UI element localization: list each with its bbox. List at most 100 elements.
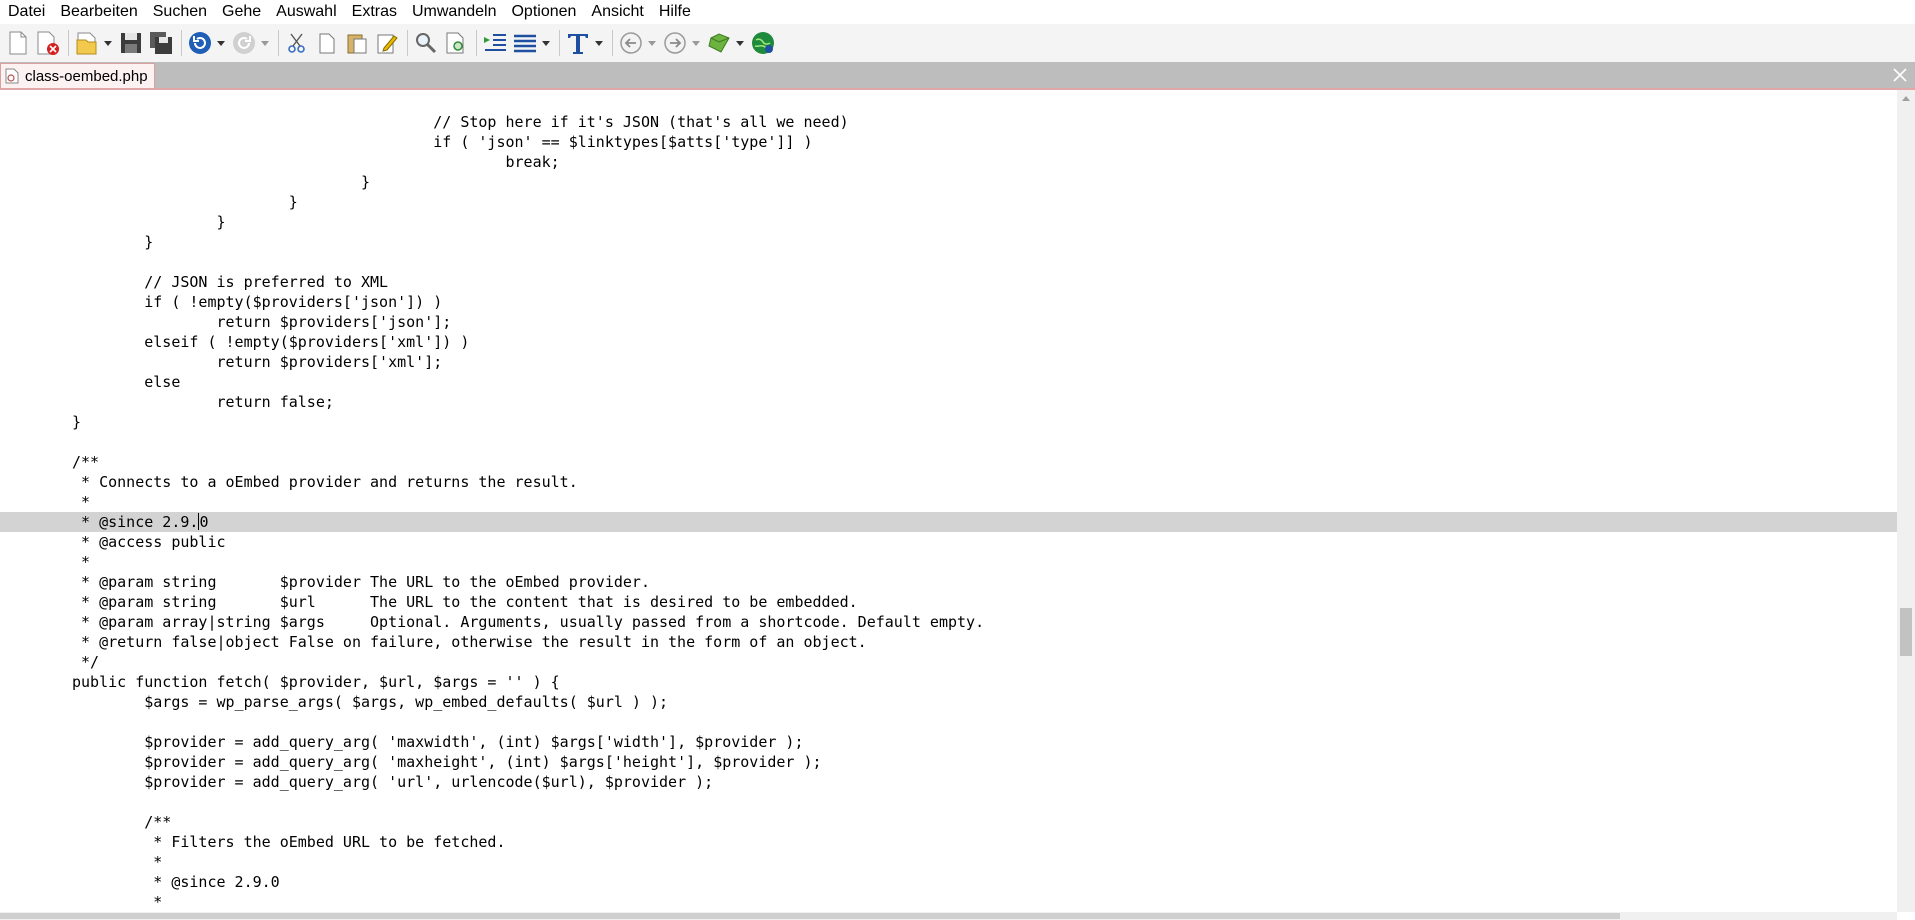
editor-window: Datei Bearbeiten Suchen Gehe Auswahl Ext… [0, 0, 1915, 920]
bookmark-button[interactable] [705, 28, 733, 58]
code-line[interactable] [0, 792, 1897, 812]
code-line[interactable]: } [0, 232, 1897, 252]
menu-extras[interactable]: Extras [344, 0, 404, 24]
browser-preview-icon [752, 32, 774, 54]
code-line[interactable]: $args = wp_parse_args( $args, wp_embed_d… [0, 692, 1897, 712]
code-line[interactable]: } [0, 412, 1897, 432]
code-line[interactable]: * Filters the oEmbed URL to be fetched. [0, 832, 1897, 852]
code-line[interactable]: else [0, 372, 1897, 392]
back-icon [620, 32, 642, 54]
code-line[interactable]: * @access public [0, 532, 1897, 552]
columns-button[interactable] [511, 28, 539, 58]
undo-button[interactable] [186, 28, 214, 58]
code-line[interactable] [0, 432, 1897, 452]
save-button[interactable] [117, 28, 145, 58]
copy-button[interactable] [313, 28, 341, 58]
toolbar-separator [68, 30, 69, 56]
toolbar-separator [181, 30, 182, 56]
cut-button[interactable] [283, 28, 311, 58]
code-line-text: * @since 2.9. [72, 513, 199, 531]
redo-button[interactable] [230, 28, 258, 58]
close-icon [1893, 68, 1907, 82]
code-line[interactable]: * Connects to a oEmbed provider and retu… [0, 472, 1897, 492]
code-line[interactable]: * [0, 552, 1897, 572]
code-line[interactable]: /** [0, 452, 1897, 472]
horizontal-scrollbar[interactable] [0, 912, 1897, 920]
find-button[interactable] [412, 28, 440, 58]
menu-umwandeln[interactable]: Umwandeln [404, 0, 503, 24]
close-file-button[interactable] [34, 28, 62, 58]
code-line[interactable]: /** [0, 812, 1897, 832]
columns-dropdown[interactable] [541, 28, 551, 58]
code-line[interactable]: * @return false|object False on failure,… [0, 632, 1897, 652]
tab-class-oembed[interactable]: class-oembed.php [0, 63, 155, 88]
menu-bearbeiten[interactable]: Bearbeiten [52, 0, 144, 24]
paste-icon [347, 34, 367, 54]
browser-preview-button[interactable] [749, 28, 777, 58]
menu-bar: Datei Bearbeiten Suchen Gehe Auswahl Ext… [0, 0, 1915, 24]
font-button[interactable] [564, 28, 592, 58]
code-line[interactable]: return $providers['json']; [0, 312, 1897, 332]
undo-dropdown[interactable] [216, 28, 226, 58]
code-line[interactable]: * [0, 492, 1897, 512]
code-line[interactable]: $provider = add_query_arg( 'maxwidth', (… [0, 732, 1897, 752]
close-tab-button[interactable] [1891, 66, 1909, 84]
menu-datei[interactable]: Datei [0, 0, 52, 24]
code-line[interactable] [0, 712, 1897, 732]
code-line[interactable]: return $providers['xml']; [0, 352, 1897, 372]
new-file-button[interactable] [4, 28, 32, 58]
menu-hilfe[interactable]: Hilfe [651, 0, 698, 24]
code-line[interactable]: // Stop here if it's JSON (that's all we… [0, 112, 1897, 132]
menu-auswahl[interactable]: Auswahl [268, 0, 343, 24]
menu-ansicht[interactable]: Ansicht [583, 0, 650, 24]
menu-gehe[interactable]: Gehe [214, 0, 268, 24]
open-file-button[interactable] [73, 28, 101, 58]
new-file-icon [9, 31, 27, 55]
vertical-scroll-thumb[interactable] [1900, 608, 1912, 656]
code-line[interactable]: elseif ( !empty($providers['xml']) ) [0, 332, 1897, 352]
menu-optionen[interactable]: Optionen [503, 0, 583, 24]
code-line[interactable]: * @since 2.9.0 [0, 512, 1897, 532]
menu-suchen[interactable]: Suchen [145, 0, 214, 24]
find-in-files-button[interactable] [442, 28, 470, 58]
code-line[interactable]: * @param string $provider The URL to the… [0, 572, 1897, 592]
code-line[interactable]: } [0, 192, 1897, 212]
font-icon [568, 34, 588, 54]
indent-button[interactable] [481, 28, 509, 58]
close-file-icon [37, 31, 59, 55]
horizontal-scroll-thumb[interactable] [0, 913, 1620, 919]
code-editor[interactable]: // Stop here if it's JSON (that's all we… [0, 90, 1897, 918]
vertical-scrollbar[interactable] [1897, 90, 1915, 912]
code-line[interactable]: if ( 'json' == $linktypes[$atts['type']]… [0, 132, 1897, 152]
back-button[interactable] [617, 28, 645, 58]
copy-icon [319, 33, 335, 54]
paste-button[interactable] [343, 28, 371, 58]
code-line[interactable]: if ( !empty($providers['json']) ) [0, 292, 1897, 312]
code-line[interactable]: // JSON is preferred to XML [0, 272, 1897, 292]
scroll-up-icon[interactable] [1902, 96, 1910, 101]
code-line[interactable]: } [0, 172, 1897, 192]
code-line[interactable]: $provider = add_query_arg( 'url', urlenc… [0, 772, 1897, 792]
redo-dropdown[interactable] [260, 28, 270, 58]
code-line[interactable] [0, 252, 1897, 272]
back-dropdown[interactable] [647, 28, 657, 58]
code-line[interactable]: * @param array|string $args Optional. Ar… [0, 612, 1897, 632]
font-dropdown[interactable] [594, 28, 604, 58]
bookmark-dropdown[interactable] [735, 28, 745, 58]
code-line[interactable]: */ [0, 652, 1897, 672]
code-line[interactable]: * @since 2.9.0 [0, 872, 1897, 892]
code-line[interactable]: $provider = add_query_arg( 'maxheight', … [0, 752, 1897, 772]
code-area[interactable]: // Stop here if it's JSON (that's all we… [0, 112, 1897, 918]
code-line[interactable]: break; [0, 152, 1897, 172]
code-line[interactable]: * [0, 852, 1897, 872]
edit-button[interactable] [373, 28, 401, 58]
save-all-button[interactable] [147, 28, 175, 58]
code-line[interactable]: } [0, 212, 1897, 232]
code-line[interactable]: public function fetch( $provider, $url, … [0, 672, 1897, 692]
code-line[interactable]: * [0, 892, 1897, 912]
code-line[interactable]: * @param string $url The URL to the cont… [0, 592, 1897, 612]
open-file-dropdown[interactable] [103, 28, 113, 58]
code-line[interactable]: return false; [0, 392, 1897, 412]
forward-button[interactable] [661, 28, 689, 58]
forward-dropdown[interactable] [691, 28, 701, 58]
